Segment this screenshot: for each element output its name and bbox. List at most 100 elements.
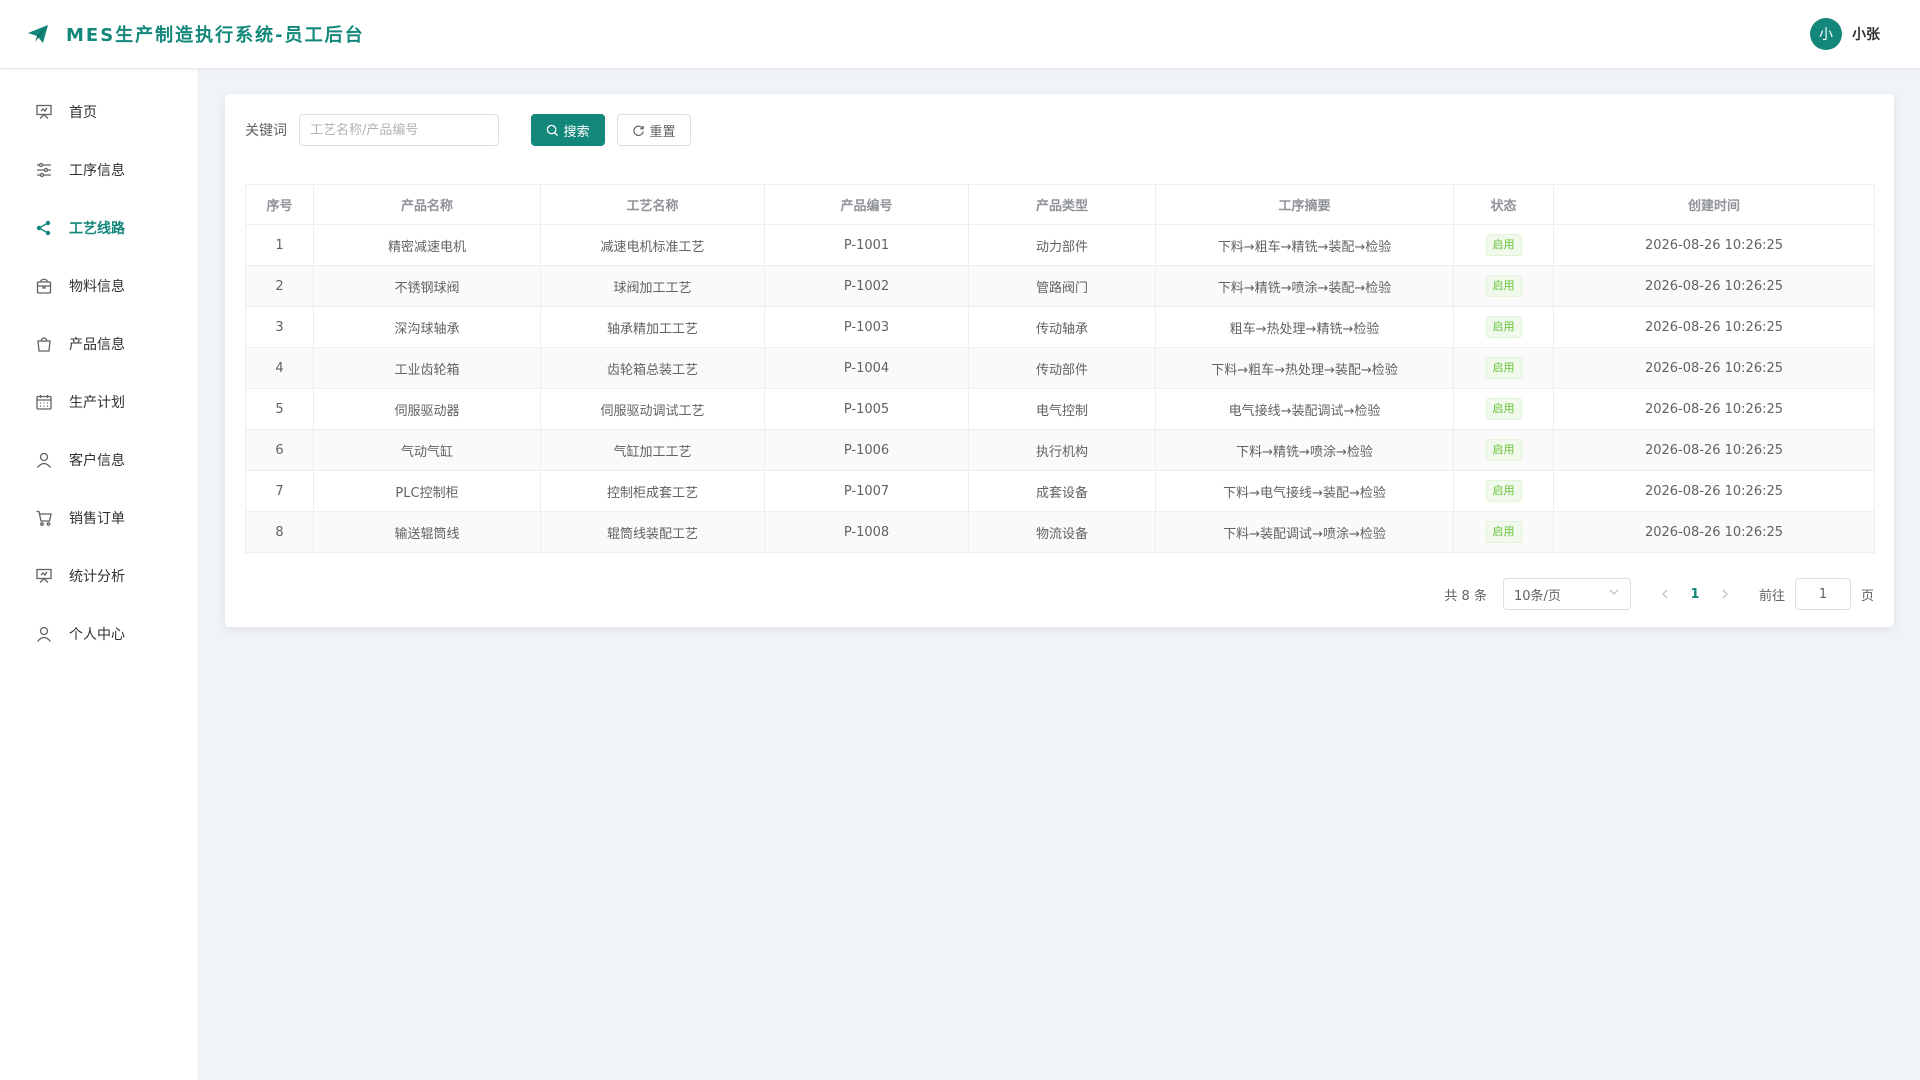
page-number-current[interactable]: 1	[1679, 587, 1711, 602]
presentation-board-icon	[35, 103, 53, 121]
sidebar-item-production-plan[interactable]: 生产计划	[0, 373, 198, 431]
user-menu[interactable]: 小 小张	[1810, 18, 1880, 50]
keyword-input[interactable]	[299, 114, 499, 146]
page-size-value: 10条/页	[1513, 588, 1561, 604]
page-size-select[interactable]: 10条/页	[1502, 578, 1631, 610]
table-cell: 下料→粗车→热处理→装配→检验	[1155, 347, 1454, 389]
table-cell: 下料→粗车→精铣→装配→检验	[1155, 224, 1454, 266]
column-header: 工艺名称	[540, 184, 765, 225]
goto-suffix: 页	[1860, 588, 1874, 604]
content-card: 关键词 搜索 重置 序号 产品名称 工艺名称 产品编号 产品类型 工序摘要 状态…	[225, 94, 1894, 627]
search-bar: 关键词 搜索 重置	[245, 114, 1874, 146]
sidebar-item-material-info[interactable]: 物料信息	[0, 257, 198, 315]
table-cell: P-1002	[764, 265, 969, 307]
table-cell: P-1008	[764, 511, 969, 553]
sidebar-item-process-info[interactable]: 工序信息	[0, 141, 198, 199]
status-cell: 启用	[1453, 224, 1554, 266]
table-row[interactable]: 1 精密减速电机 减速电机标准工艺 P-1001 动力部件 下料→粗车→精铣→装…	[245, 224, 1875, 266]
table-cell: 粗车→热处理→精铣→检验	[1155, 306, 1454, 348]
column-header: 状态	[1453, 184, 1554, 225]
refresh-icon	[633, 125, 645, 136]
status-cell: 启用	[1453, 470, 1554, 512]
table-cell: 电气控制	[968, 388, 1156, 430]
keyword-label: 关键词	[245, 123, 287, 139]
table-cell: 2026-08-26 10:26:25	[1553, 429, 1875, 471]
table-cell: 气缸加工工艺	[540, 429, 765, 471]
sidebar: 首页 工序信息 工艺线路 物料信息 产品信息 生产计划 客户信息 销售订单 统计…	[0, 69, 199, 1080]
chevron-left-icon	[1662, 589, 1668, 599]
table-cell: 4	[245, 347, 314, 389]
table-cell: P-1007	[764, 470, 969, 512]
sidebar-item-home[interactable]: 首页	[0, 83, 198, 141]
sidebar-item-profile[interactable]: 个人中心	[0, 605, 198, 663]
table-cell: 下料→电气接线→装配→检验	[1155, 470, 1454, 512]
table-row[interactable]: 3 深沟球轴承 轴承精加工工艺 P-1003 传动轴承 粗车→热处理→精铣→检验…	[245, 306, 1875, 348]
search-button[interactable]: 搜索	[531, 114, 605, 146]
table-cell: 执行机构	[968, 429, 1156, 471]
sidebar-item-label: 产品信息	[69, 337, 125, 353]
table-row[interactable]: 5 伺服驱动器 伺服驱动调试工艺 P-1005 电气控制 电气接线→装配调试→检…	[245, 388, 1875, 430]
sidebar-item-label: 个人中心	[69, 627, 125, 643]
table-cell: 2	[245, 265, 314, 307]
status-cell: 启用	[1453, 388, 1554, 430]
table-cell: 2026-08-26 10:26:25	[1553, 224, 1875, 266]
table-row[interactable]: 6 气动气缸 气缸加工工艺 P-1006 执行机构 下料→精铣→喷涂→检验 启用…	[245, 429, 1875, 471]
table-cell: 2026-08-26 10:26:25	[1553, 265, 1875, 307]
table-cell: 精密减速电机	[313, 224, 541, 266]
table-cell: P-1004	[764, 347, 969, 389]
goto-page-input[interactable]	[1794, 578, 1851, 610]
status-badge: 启用	[1485, 398, 1522, 420]
share-icon	[35, 219, 53, 237]
prev-page-button[interactable]	[1651, 588, 1679, 600]
table-cell: 减速电机标准工艺	[540, 224, 765, 266]
table-cell: 辊筒线装配工艺	[540, 511, 765, 553]
shopping-bag-icon	[35, 335, 53, 353]
status-badge: 启用	[1485, 357, 1522, 379]
table-row[interactable]: 7 PLC控制柜 控制柜成套工艺 P-1007 成套设备 下料→电气接线→装配→…	[245, 470, 1875, 512]
search-icon	[547, 124, 559, 136]
status-cell: 启用	[1453, 347, 1554, 389]
chevron-down-icon	[1608, 586, 1620, 602]
column-header: 产品类型	[968, 184, 1156, 225]
sidebar-item-statistics[interactable]: 统计分析	[0, 547, 198, 605]
table-row[interactable]: 2 不锈钢球阀 球阀加工工艺 P-1002 管路阀门 下料→精铣→喷涂→装配→检…	[245, 265, 1875, 307]
top-header: MES生产制造执行系统-员工后台 小 小张	[0, 0, 1920, 69]
user-name[interactable]: 小张	[1852, 24, 1880, 44]
next-page-button[interactable]	[1711, 588, 1739, 600]
table-cell: 轴承精加工工艺	[540, 306, 765, 348]
table-cell: 球阀加工工艺	[540, 265, 765, 307]
status-cell: 启用	[1453, 429, 1554, 471]
avatar[interactable]: 小	[1810, 18, 1842, 50]
reset-button[interactable]: 重置	[617, 114, 691, 146]
app-title: MES生产制造执行系统-员工后台	[66, 25, 365, 46]
calendar-icon	[35, 393, 53, 411]
table-row[interactable]: 4 工业齿轮箱 齿轮箱总装工艺 P-1004 传动部件 下料→粗车→热处理→装配…	[245, 347, 1875, 389]
table-cell: 伺服驱动调试工艺	[540, 388, 765, 430]
table-cell: 6	[245, 429, 314, 471]
sidebar-item-customer-info[interactable]: 客户信息	[0, 431, 198, 489]
status-cell: 启用	[1453, 511, 1554, 553]
status-badge: 启用	[1485, 234, 1522, 256]
table-cell: 物流设备	[968, 511, 1156, 553]
table-cell: 2026-08-26 10:26:25	[1553, 388, 1875, 430]
sidebar-item-process-route[interactable]: 工艺线路	[0, 199, 198, 257]
table-cell: 气动气缸	[313, 429, 541, 471]
table-cell: 2026-08-26 10:26:25	[1553, 470, 1875, 512]
table-cell: 动力部件	[968, 224, 1156, 266]
table-cell: 控制柜成套工艺	[540, 470, 765, 512]
table-cell: P-1001	[764, 224, 969, 266]
table-cell: 工业齿轮箱	[313, 347, 541, 389]
sidebar-item-product-info[interactable]: 产品信息	[0, 315, 198, 373]
table-cell: 2026-08-26 10:26:25	[1553, 347, 1875, 389]
chevron-right-icon	[1722, 589, 1728, 599]
table-cell: 下料→装配调试→喷涂→检验	[1155, 511, 1454, 553]
user-icon	[35, 625, 53, 643]
table-cell: 下料→精铣→喷涂→装配→检验	[1155, 265, 1454, 307]
user-icon	[35, 451, 53, 469]
pagination-total: 共 8 条	[1444, 588, 1487, 604]
status-badge: 启用	[1485, 316, 1522, 338]
table-cell: 3	[245, 306, 314, 348]
table-row[interactable]: 8 输送辊筒线 辊筒线装配工艺 P-1008 物流设备 下料→装配调试→喷涂→检…	[245, 511, 1875, 553]
sidebar-item-sales-order[interactable]: 销售订单	[0, 489, 198, 547]
brand: MES生产制造执行系统-员工后台	[26, 21, 365, 47]
